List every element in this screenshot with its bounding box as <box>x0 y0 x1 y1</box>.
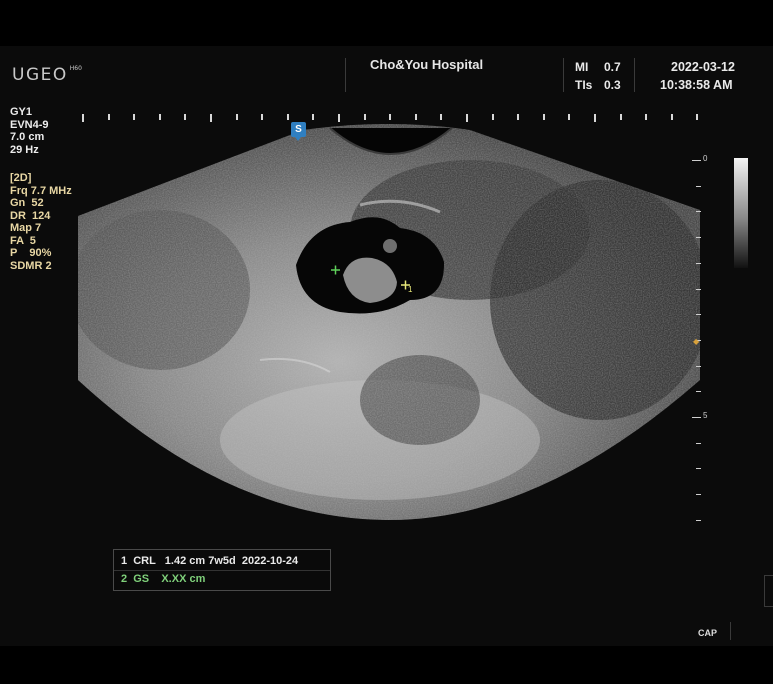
depth-tick <box>692 160 701 161</box>
measurement-crl: 1 CRL 1.42 cm 7w5d 2022-10-24 <box>121 555 299 567</box>
exam-date: 2022-03-12 <box>671 60 735 74</box>
scale-tick <box>594 114 596 122</box>
ultrasound-screen: UGEO H60 Cho&You Hospital MI 0.7 TIs 0.3 … <box>0 0 773 684</box>
scale-tick <box>542 114 545 120</box>
param-line: Map 7 <box>10 222 42 234</box>
mi-label: MI <box>575 60 589 74</box>
param-line: [2D] <box>10 172 32 184</box>
lateral-scale <box>82 114 702 122</box>
scale-tick <box>670 114 673 120</box>
imaging-params: [2D] Frq 7.7 MHz Gn 52 DR 124 Map 7 FA 5P 90%… <box>10 172 72 272</box>
measurement-gs: 2 GS X.XX cm <box>121 573 206 585</box>
scale-tick <box>261 114 264 120</box>
mi-value: 0.7 <box>604 60 621 74</box>
param-line: Gn 52 <box>10 197 44 209</box>
footer-divider <box>730 622 731 640</box>
scale-tick <box>184 114 187 120</box>
scale-tick <box>440 114 443 120</box>
depth-tick <box>696 288 701 290</box>
param-line: DR 124 <box>10 209 51 222</box>
brand-logo: UGEO H60 <box>12 65 82 85</box>
depth-tick <box>696 185 701 187</box>
header-divider <box>563 58 564 92</box>
tis-value: 0.3 <box>604 78 621 92</box>
scale-tick <box>107 114 110 120</box>
caliper-label: 1 <box>408 285 413 294</box>
exam-time: 10:38:58 AM <box>660 78 733 92</box>
scale-tick <box>491 114 494 120</box>
scale-tick <box>286 114 289 120</box>
scale-tick <box>466 114 468 122</box>
scale-tick <box>363 114 366 120</box>
depth-label: 5 <box>703 411 708 420</box>
scale-tick <box>414 114 417 120</box>
hospital-name: Cho&You Hospital <box>370 57 484 72</box>
depth-tick <box>696 519 701 521</box>
side-panel-edge <box>764 575 773 607</box>
scale-tick <box>696 114 699 120</box>
scale-tick <box>568 114 571 120</box>
bottom-bar <box>0 646 773 684</box>
focus-marker-icon: ◆ <box>693 337 700 346</box>
probe-line: GY1 <box>10 106 33 118</box>
param-line: FA 5 <box>10 234 36 247</box>
measurement-box: 1 CRL 1.42 cm 7w5d 2022-10-24 2 GS X.XX … <box>113 549 331 591</box>
depth-tick <box>696 391 701 393</box>
scale-tick <box>133 114 136 120</box>
probe-line: EVN4-9 <box>10 118 49 131</box>
depth-tick <box>696 262 701 264</box>
depth-tick <box>696 468 701 470</box>
depth-tick <box>696 314 701 316</box>
tis-label: TIs <box>575 78 593 92</box>
depth-tick <box>696 237 701 239</box>
scale-tick <box>210 114 212 122</box>
probe-line: 29 Hz <box>10 143 39 156</box>
param-line: P 90% <box>10 247 52 259</box>
scale-tick <box>235 114 238 120</box>
scale-tick <box>158 114 161 120</box>
scale-tick <box>645 114 648 120</box>
depth-label: 0 <box>703 154 708 163</box>
probe-line: 7.0 cm <box>10 131 45 143</box>
scale-tick <box>517 114 520 120</box>
cap-indicator: CAP <box>698 628 718 638</box>
depth-tick <box>696 442 701 444</box>
scale-tick <box>619 114 622 120</box>
orientation-marker: S <box>291 122 306 141</box>
scale-tick <box>338 114 340 122</box>
depth-tick <box>696 494 701 496</box>
depth-tick <box>696 365 701 367</box>
param-line: SDMR 2 <box>10 259 52 272</box>
probe-info: GY1 EVN4-9 7.0 cm 29 Hz <box>10 106 49 156</box>
measurement-divider <box>114 570 330 571</box>
param-line: Frq 7.7 MHz <box>10 184 72 197</box>
header-divider <box>345 58 346 92</box>
grayscale-bar <box>734 158 748 268</box>
scale-tick <box>389 114 392 120</box>
depth-tick <box>692 417 701 418</box>
header-divider <box>634 58 635 92</box>
depth-tick <box>696 211 701 213</box>
scale-tick <box>312 114 315 120</box>
scale-tick <box>82 114 84 122</box>
